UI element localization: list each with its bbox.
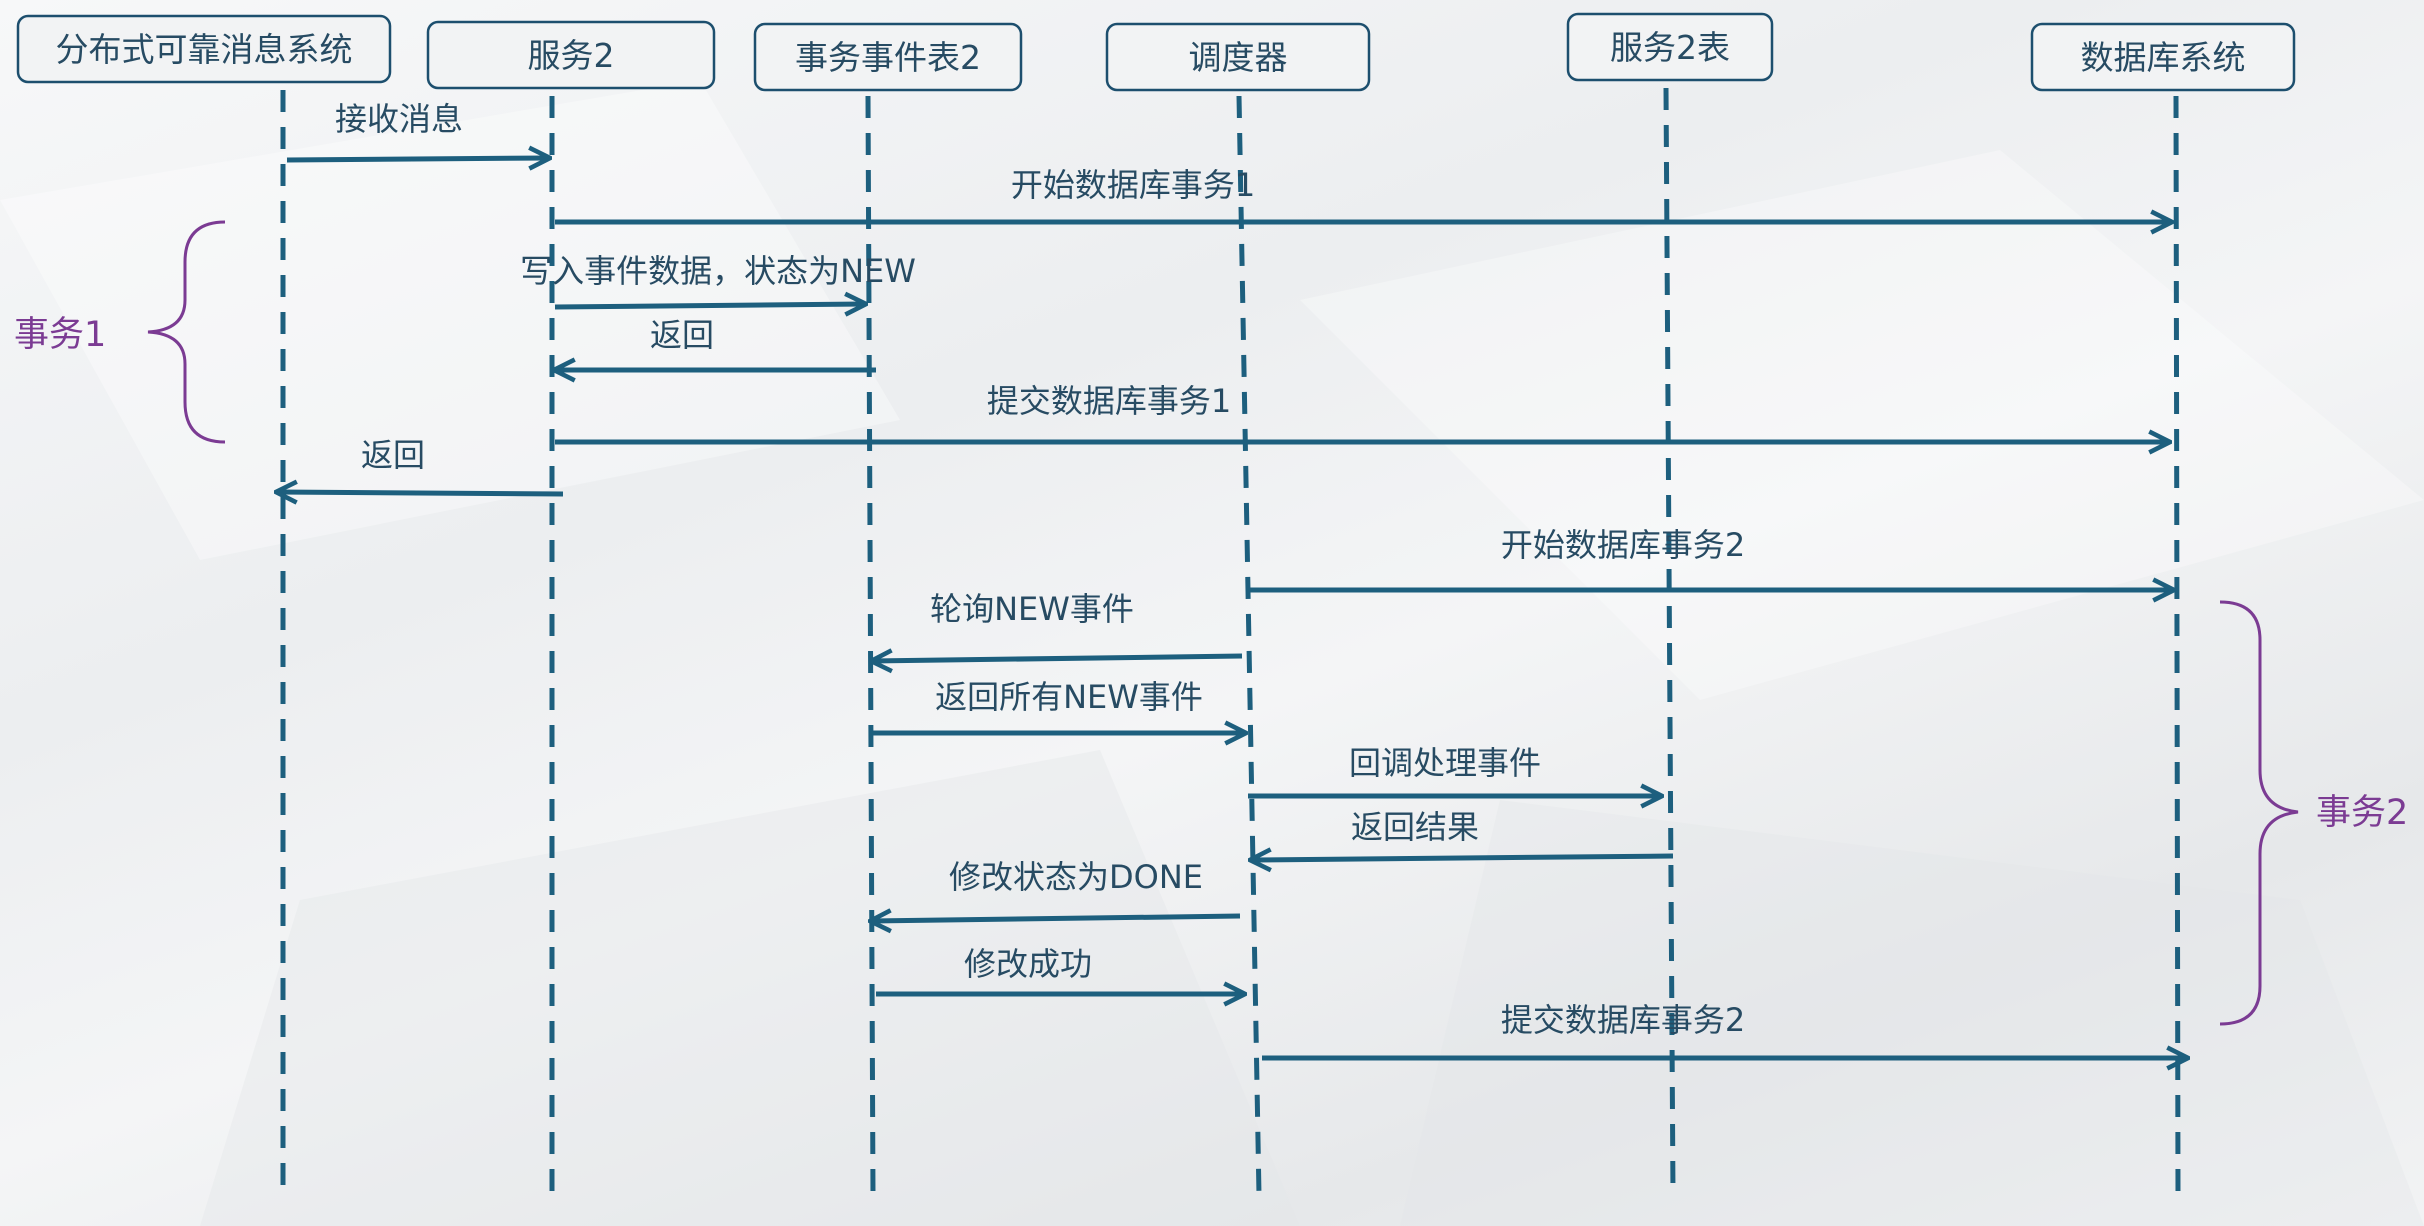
message-arrow: [554, 304, 864, 307]
message-label: 返回结果: [1351, 808, 1479, 846]
transaction-2-label: 事务2: [2316, 793, 2408, 833]
message: 轮询NEW事件: [873, 590, 1243, 661]
participant-label: 分布式可靠消息系统: [56, 30, 353, 69]
lifeline-4: [1236, 95, 1262, 1196]
message-arrow: [873, 656, 1243, 661]
participant-label: 数据库系统: [2081, 38, 2246, 77]
message-label: 写入事件数据，状态为NEW: [520, 252, 916, 290]
message-label: 返回: [650, 316, 714, 354]
message-label: 修改成功: [964, 945, 1092, 983]
message-label: 返回所有NEW事件: [935, 678, 1203, 716]
message-label: 回调处理事件: [1349, 744, 1541, 782]
message-label: 接收消息: [335, 100, 463, 138]
participant-box: 调度器: [1105, 22, 1371, 92]
message-label: 返回: [361, 436, 425, 474]
participant-label: 服务2表: [1610, 28, 1730, 67]
participant-box: 服务2: [426, 20, 716, 90]
participant-label: 事务事件表2: [795, 38, 981, 77]
message-label: 轮询NEW事件: [930, 590, 1134, 628]
participant-label: 调度器: [1189, 38, 1288, 77]
message-label: 修改状态为DONE: [949, 858, 1203, 896]
lifeline-6: [2173, 95, 2181, 1196]
sequence-diagram: 分布式可靠消息系统 服务2 事务事件表2 调度器 服务2表 数据库系统 接收消息开始数据库…: [0, 12, 2424, 1226]
participant-box: 服务2表: [1566, 12, 1774, 82]
participant-box: 事务事件表2: [753, 22, 1023, 92]
participant-box: 分布式可靠消息系统: [16, 14, 392, 84]
message-arrow: [278, 492, 564, 494]
transaction-1-label: 事务1: [14, 315, 106, 355]
message-label: 开始数据库事务2: [1501, 526, 1745, 564]
message: 返回所有NEW事件: [873, 678, 1244, 733]
participant-box: 数据库系统: [2030, 22, 2296, 92]
participant-label: 服务2: [528, 36, 615, 75]
message-label: 提交数据库事务1: [987, 382, 1231, 420]
message-label: 开始数据库事务1: [1011, 166, 1255, 204]
message: 回调处理事件: [1248, 744, 1660, 796]
message-arrow: [286, 158, 548, 160]
message-label: 提交数据库事务2: [1501, 1001, 1745, 1039]
